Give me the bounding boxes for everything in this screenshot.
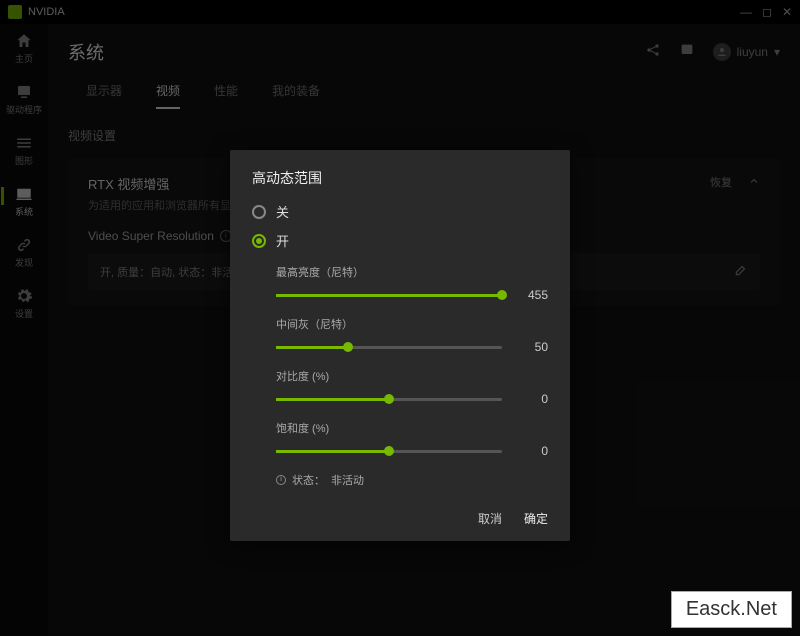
- slider-mid-gray: 中间灰（尼特） 50: [276, 316, 548, 354]
- slider-label: 对比度 (%): [276, 368, 548, 384]
- slider-label: 最高亮度（尼特）: [276, 264, 548, 280]
- slider-track[interactable]: [276, 450, 502, 453]
- radio-off-label: 关: [276, 202, 289, 221]
- slider-track[interactable]: [276, 294, 502, 297]
- watermark: Easck.Net: [671, 591, 792, 628]
- radio-icon: [252, 205, 266, 219]
- dialog-status: i 状态： 非活动: [276, 472, 548, 488]
- slider-saturation: 饱和度 (%) 0: [276, 420, 548, 458]
- hdr-dialog: 高动态范围 关 开 最高亮度（尼特） 455 中间灰（尼特） 50: [230, 150, 570, 541]
- slider-track[interactable]: [276, 346, 502, 349]
- radio-on-label: 开: [276, 231, 289, 250]
- info-icon: i: [276, 475, 286, 485]
- modal-overlay: 高动态范围 关 开 最高亮度（尼特） 455 中间灰（尼特） 50: [0, 0, 800, 636]
- slider-contrast: 对比度 (%) 0: [276, 368, 548, 406]
- ok-button[interactable]: 确定: [524, 510, 548, 527]
- slider-max-brightness: 最高亮度（尼特） 455: [276, 264, 548, 302]
- slider-value: 0: [516, 444, 548, 458]
- dialog-buttons: 取消 确定: [252, 510, 548, 527]
- radio-off[interactable]: 关: [252, 202, 548, 221]
- slider-label: 中间灰（尼特）: [276, 316, 548, 332]
- slider-value: 50: [516, 340, 548, 354]
- slider-label: 饱和度 (%): [276, 420, 548, 436]
- dialog-title: 高动态范围: [252, 168, 548, 188]
- radio-selected-icon: [252, 234, 266, 248]
- status-value: 非活动: [331, 472, 364, 488]
- cancel-button[interactable]: 取消: [478, 510, 502, 527]
- radio-on[interactable]: 开: [252, 231, 548, 250]
- status-label: 状态：: [292, 472, 325, 488]
- sliders-group: 最高亮度（尼特） 455 中间灰（尼特） 50 对比度 (%) 0: [276, 264, 548, 458]
- slider-track[interactable]: [276, 398, 502, 401]
- slider-value: 455: [516, 288, 548, 302]
- slider-value: 0: [516, 392, 548, 406]
